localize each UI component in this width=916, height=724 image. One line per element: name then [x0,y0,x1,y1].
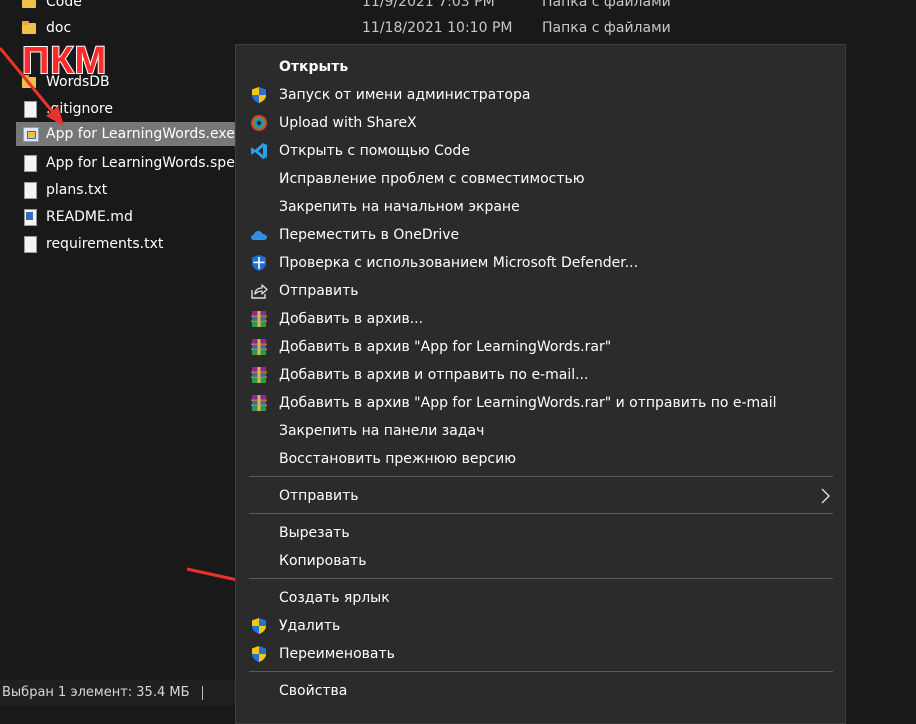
sharex-icon [251,115,267,131]
menu-item-label: Добавить в архив... [279,311,424,327]
file-name: README.md [46,209,133,225]
menu-item-restore-previous-version[interactable]: Восстановить прежнюю версию [236,445,845,473]
menu-item-troubleshoot-compatibility[interactable]: Исправление проблем с совместимостью [236,165,845,193]
file-name: plans.txt [46,182,108,198]
menu-item-label: Отправить [279,283,359,299]
menu-item-label: Открыть с помощью Code [279,143,470,159]
menu-item-defender-scan[interactable]: Проверка с использованием Microsoft Defe… [236,249,845,277]
winrar-icon [251,311,267,327]
uac-shield-icon [252,87,266,103]
menu-separator [249,513,833,514]
chevron-right-icon [821,488,830,504]
menu-separator [249,476,833,477]
menu-item-label: Закрепить на панели задач [279,423,485,439]
menu-item-run-as-admin[interactable]: Запуск от имени администратора [236,81,845,109]
menu-item-move-to-onedrive[interactable]: Переместить в OneDrive [236,221,845,249]
menu-item-label: Копировать [279,553,367,569]
menu-item-properties[interactable]: Свойства [236,677,845,705]
list-item-doc-folder[interactable]: doc 11/18/2021 10:10 PM Папка с файлами [16,16,671,40]
menu-item-label: Upload with ShareX [279,115,417,131]
menu-separator [249,578,833,579]
file-name: App for LearningWords.spec [46,155,243,171]
menu-item-label: Исправление проблем с совместимостью [279,171,585,187]
menu-item-archive-and-email[interactable]: Добавить в архив и отправить по e-mail..… [236,361,845,389]
context-menu: Открыть Запуск от имени администратора U… [235,44,846,724]
menu-item-copy[interactable]: Копировать [236,547,845,575]
menu-item-open-with-code[interactable]: Открыть с помощью Code [236,137,845,165]
winrar-icon [251,367,267,383]
menu-item-add-to-archive[interactable]: Добавить в архив... [236,305,845,333]
menu-item-label: Добавить в архив "App for LearningWords.… [279,395,777,411]
menu-item-label: Удалить [279,618,341,634]
menu-item-label: Добавить в архив и отправить по e-mail..… [279,367,589,383]
file-name: doc [46,20,72,36]
menu-item-label: Открыть [279,59,349,75]
menu-item-sharex[interactable]: Upload with ShareX [236,109,845,137]
document-icon [22,154,38,172]
file-date: 11/9/2021 7:03 PM [362,0,495,10]
list-item-plans[interactable]: plans.txt [16,178,236,202]
menu-item-add-to-rar-and-email[interactable]: Добавить в архив "App for LearningWords.… [236,389,845,417]
folder-icon [22,19,38,37]
menu-item-label: Свойства [279,683,348,699]
uac-shield-icon [252,646,266,662]
folder-icon [22,0,38,11]
defender-shield-icon [252,255,266,271]
onedrive-cloud-icon [251,231,267,240]
menu-item-rename[interactable]: Переименовать [236,640,845,668]
menu-item-send-to[interactable]: Отправить [236,482,845,510]
menu-item-label: Закрепить на начальном экране [279,199,520,215]
file-type: Папка с файлами [542,20,671,36]
document-icon [22,181,38,199]
file-name: requirements.txt [46,236,164,252]
menu-item-label: Восстановить прежнюю версию [279,451,516,467]
winrar-icon [251,339,267,355]
winrar-icon [251,395,267,411]
menu-item-label: Вырезать [279,525,350,541]
menu-item-add-to-rar[interactable]: Добавить в архив "App for LearningWords.… [236,333,845,361]
file-name: Code [46,0,82,10]
menu-item-label: Проверка с использованием Microsoft Defe… [279,255,639,271]
list-item-readme[interactable]: README.md [16,205,236,229]
status-bar: Выбран 1 элемент: 35.4 МБ [0,680,235,705]
menu-item-cut[interactable]: Вырезать [236,519,845,547]
annotation-arrow-icon [0,47,64,126]
menu-item-label: Добавить в архив "App for LearningWords.… [279,339,612,355]
menu-item-label: Переименовать [279,646,395,662]
menu-item-open[interactable]: Открыть [236,53,845,81]
vscode-icon [251,143,267,159]
menu-item-label: Отправить [279,488,359,504]
menu-separator [249,671,833,672]
menu-item-share[interactable]: Отправить [236,277,845,305]
uac-shield-icon [252,618,266,634]
list-item-code-folder[interactable]: Code 11/9/2021 7:03 PM Папка с файлами [16,0,671,14]
menu-item-label: Переместить в OneDrive [279,227,460,243]
file-date: 11/18/2021 10:10 PM [362,20,513,36]
menu-item-pin-to-start[interactable]: Закрепить на начальном экране [236,193,845,221]
file-type: Папка с файлами [542,0,671,10]
list-item-requirements[interactable]: requirements.txt [16,232,236,256]
menu-item-label: Запуск от имени администратора [279,87,531,103]
document-icon [22,235,38,253]
menu-item-pin-to-taskbar[interactable]: Закрепить на панели задач [236,417,845,445]
menu-item-label: Создать ярлык [279,590,390,606]
menu-item-create-shortcut[interactable]: Создать ярлык [236,584,845,612]
markdown-icon [22,208,38,226]
menu-item-delete[interactable]: Удалить [236,612,845,640]
share-icon [251,284,268,299]
status-text: Выбран 1 элемент: 35.4 МБ [2,685,190,700]
list-item-spec[interactable]: App for LearningWords.spec [16,151,243,175]
status-divider [202,686,203,700]
